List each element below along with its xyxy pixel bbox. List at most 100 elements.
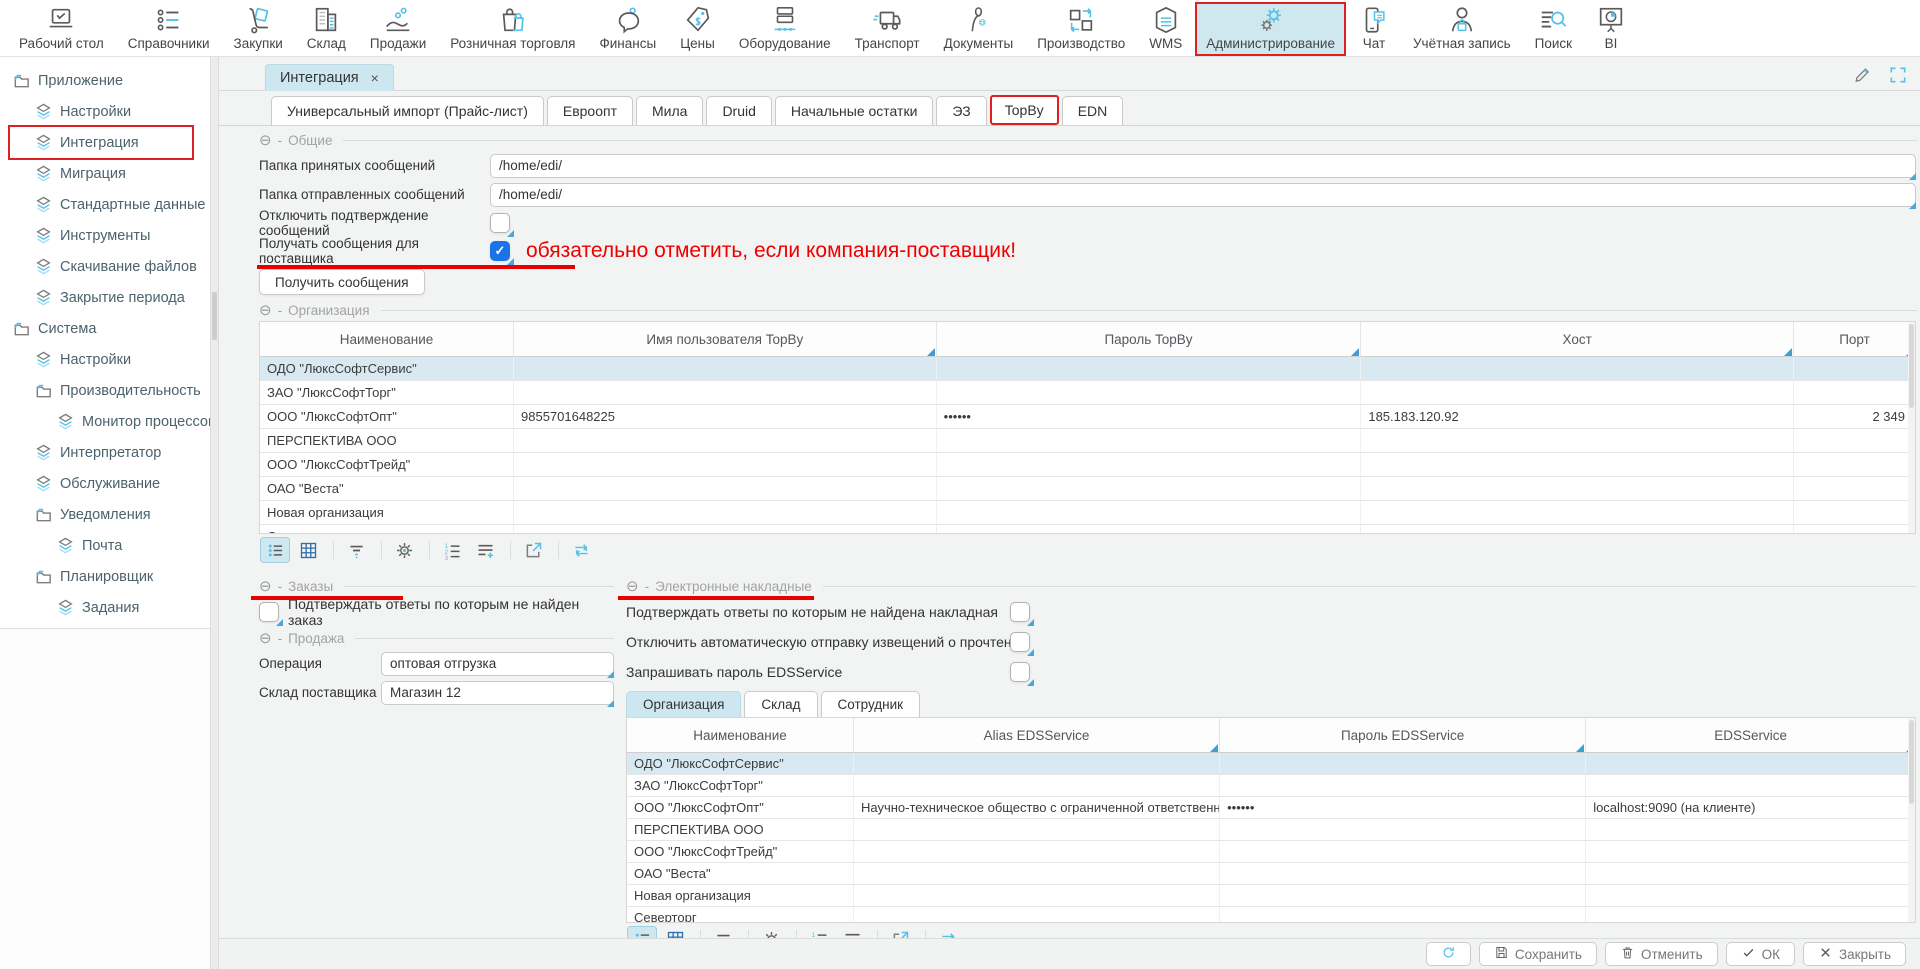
table-row[interactable]: Северторг (260, 525, 1915, 534)
cancel-button[interactable]: Отменить (1605, 942, 1718, 966)
collapse-icon[interactable]: ⊖ (259, 631, 272, 646)
tab-integration[interactable]: Интеграция × (265, 64, 394, 91)
table-cell[interactable] (1361, 381, 1794, 404)
table-cell[interactable]: 2 349 (1794, 405, 1915, 428)
toolbar-item-warehouse[interactable]: Склад (296, 2, 357, 56)
subtab-mila[interactable]: Мила (636, 96, 703, 125)
table-cell[interactable] (854, 907, 1220, 923)
tree-item-integration[interactable]: Интеграция (0, 127, 210, 158)
table-cell[interactable] (1361, 501, 1794, 524)
table-cell[interactable] (937, 453, 1362, 476)
table-cell[interactable] (1361, 525, 1794, 534)
subtab-euroopt[interactable]: Евроопт (547, 96, 633, 125)
collapse-icon[interactable]: ⊖ (259, 579, 272, 594)
table-cell[interactable]: Северторг (260, 525, 514, 534)
table-cell[interactable]: Новая организация (627, 885, 854, 906)
disable-confirm-checkbox[interactable] (490, 213, 510, 233)
orders-confirm-checkbox[interactable] (259, 602, 279, 622)
table-cell[interactable] (937, 477, 1362, 500)
splitter-handle[interactable] (212, 292, 217, 340)
toolbar-item-documents[interactable]: Документы (933, 2, 1025, 56)
filter-button[interactable] (708, 926, 738, 938)
column-header[interactable]: Наименование (260, 322, 514, 356)
column-header[interactable]: Пароль EDSService (1220, 718, 1586, 752)
add-row-button[interactable] (470, 537, 500, 563)
table-cell[interactable]: ООО "ЛюксСофтОпт" (627, 797, 854, 818)
table-scrollbar[interactable] (1908, 718, 1915, 922)
column-header[interactable]: Наименование (627, 718, 854, 752)
table-row[interactable]: ООО "ЛюксСофтОпт"Научно-техническое обще… (627, 797, 1915, 819)
tree-item-system[interactable]: Система (0, 313, 210, 344)
numbering-button[interactable]: 123 (804, 926, 834, 938)
toolbar-item-search[interactable]: Поиск (1524, 2, 1583, 56)
table-cell[interactable]: ПЕРСПЕКТИВА ООО (260, 429, 514, 452)
table-cell[interactable] (1361, 477, 1794, 500)
out-folder-input[interactable] (490, 183, 1916, 207)
tree-item-jobs[interactable]: Задания (0, 592, 210, 623)
waybill-checkbox[interactable] (1010, 602, 1030, 622)
table-cell[interactable]: ОДО "ЛюксСофтСервис" (260, 357, 514, 380)
toolbar-item-account[interactable]: Учётная запись (1402, 2, 1522, 56)
table-cell[interactable] (937, 357, 1362, 380)
table-row[interactable]: Новая организация (627, 885, 1915, 907)
table-cell[interactable] (1794, 525, 1915, 534)
tree-item-period-close[interactable]: Закрытие периода (0, 282, 210, 313)
open-window-button[interactable] (518, 537, 548, 563)
toolbar-item-finance[interactable]: Финансы (589, 2, 668, 56)
table-row[interactable]: ЗАО "ЛюксСофтТорг" (627, 775, 1915, 797)
view-list-button[interactable] (260, 537, 290, 563)
toolbar-item-sales[interactable]: Продажи (359, 2, 437, 56)
open-window-button[interactable] (885, 926, 915, 938)
add-row-button[interactable] (837, 926, 867, 938)
save-button[interactable]: Сохранить (1479, 942, 1597, 966)
tree-item-system-settings[interactable]: Настройки (0, 344, 210, 375)
table-row[interactable]: ООО "ЛюксСофтОпт"9855701648225••••••185.… (260, 405, 1915, 429)
close-button[interactable]: Закрыть (1803, 942, 1906, 966)
column-header[interactable]: EDSService (1586, 718, 1915, 752)
table-row[interactable]: ОАО "Веста" (260, 477, 1915, 501)
column-header[interactable]: Порт (1794, 322, 1915, 356)
in-folder-input[interactable] (490, 154, 1916, 178)
view-grid-button[interactable] (293, 537, 323, 563)
tree-item-tools[interactable]: Инструменты (0, 220, 210, 251)
table-cell[interactable] (1586, 885, 1915, 906)
subtab-druid[interactable]: Druid (706, 96, 771, 125)
table-cell[interactable] (514, 477, 937, 500)
supplier-warehouse-input[interactable] (381, 681, 614, 705)
table-cell[interactable] (854, 819, 1220, 840)
table-cell[interactable] (1586, 775, 1915, 796)
table-cell[interactable] (1220, 885, 1586, 906)
table-cell[interactable] (1794, 477, 1915, 500)
toolbar-item-purchases[interactable]: Закупки (223, 2, 294, 56)
get-messages-button[interactable]: Получить сообщения (259, 269, 425, 295)
table-cell[interactable] (1794, 453, 1915, 476)
table-cell[interactable] (514, 525, 937, 534)
toolbar-item-wms[interactable]: WMS (1138, 2, 1193, 56)
operation-input[interactable] (381, 652, 614, 676)
table-cell[interactable]: 185.183.120.92 (1361, 405, 1794, 428)
subtab-topby[interactable]: TopBy (990, 95, 1059, 125)
toolbar-item-bi[interactable]: BI (1585, 2, 1637, 56)
table-cell[interactable]: •••••• (937, 405, 1362, 428)
table-cell[interactable] (937, 381, 1362, 404)
fullscreen-button[interactable] (1888, 65, 1908, 85)
table-cell[interactable] (854, 863, 1220, 884)
table-cell[interactable] (1794, 501, 1915, 524)
table-row[interactable]: ПЕРСПЕКТИВА ООО (627, 819, 1915, 841)
tree-item-migration[interactable]: Миграция (0, 158, 210, 189)
table-cell[interactable]: ОДО "ЛюксСофтСервис" (627, 753, 854, 774)
tree-item-settings[interactable]: Настройки (0, 96, 210, 127)
table-cell[interactable] (1220, 819, 1586, 840)
table-cell[interactable] (854, 841, 1220, 862)
collapse-icon[interactable]: ⊖ (626, 579, 639, 594)
table-cell[interactable] (937, 525, 1362, 534)
filter-button[interactable] (341, 537, 371, 563)
subtab-universal-import[interactable]: Универсальный импорт (Прайс-лист) (271, 96, 544, 125)
numbering-button[interactable]: 123 (437, 537, 467, 563)
table-cell[interactable]: •••••• (1220, 797, 1586, 818)
table-cell[interactable] (1361, 453, 1794, 476)
subtab-ez[interactable]: ЭЗ (936, 96, 986, 125)
table-settings-button[interactable] (389, 537, 419, 563)
tree-item-process-monitor[interactable]: Монитор процессов (0, 406, 210, 437)
table-cell[interactable] (1220, 775, 1586, 796)
